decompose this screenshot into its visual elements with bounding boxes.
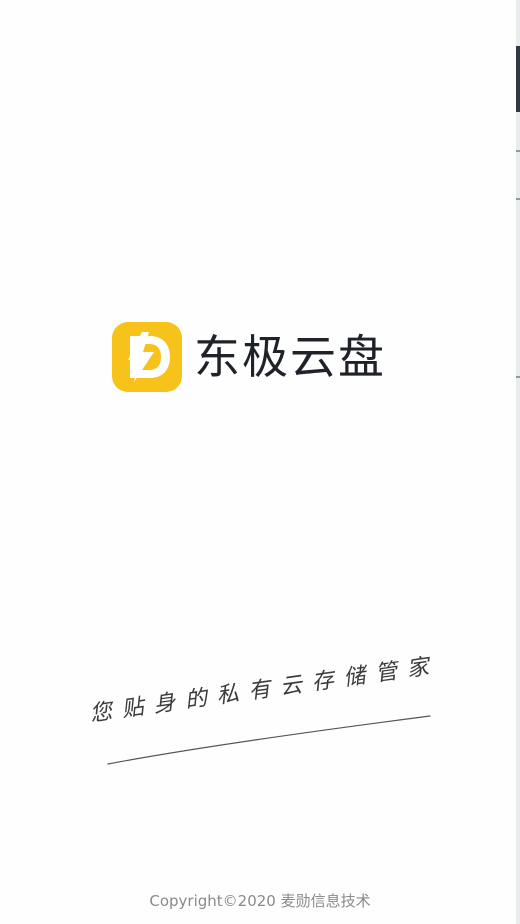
app-logo: 东极云盘	[112, 322, 386, 392]
window-edge-mark	[516, 150, 520, 152]
window-edge	[516, 0, 520, 924]
copyright-text: Copyright©2020 麦勋信息技术	[149, 892, 371, 910]
lightning-d-logo-icon	[112, 322, 182, 392]
app-name: 东极云盘	[194, 330, 386, 384]
window-edge-mark	[516, 198, 520, 200]
window-edge-dark	[516, 46, 520, 112]
splash-screen: 东极云盘 您贴身的私有云存储管家 Copyright©2020 麦勋信息技术	[0, 0, 516, 924]
slogan-underline-stroke	[107, 715, 431, 765]
window-edge-mark	[516, 376, 520, 378]
slogan-area: 您贴身的私有云存储管家	[82, 653, 442, 778]
